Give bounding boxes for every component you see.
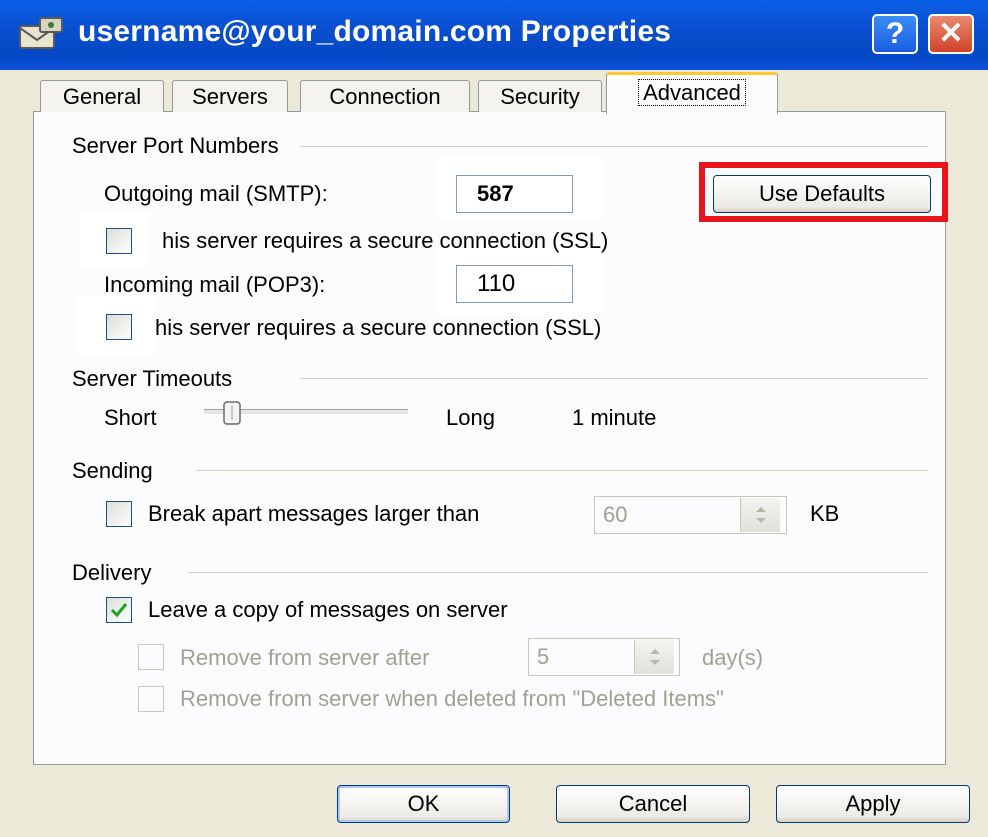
break-apart-checkbox[interactable] <box>106 501 132 527</box>
group-label-server-timeouts: Server Timeouts <box>72 366 243 392</box>
pop3-port-input[interactable]: 110 <box>456 265 573 303</box>
tab-connection[interactable]: Connection <box>300 80 470 112</box>
window-title: username@your_domain.com Properties <box>78 15 672 48</box>
break-apart-unit: KB <box>810 501 840 526</box>
smtp-ssl-label: his server requires a secure connection … <box>162 228 609 253</box>
remove-after-checkbox[interactable] <box>138 644 164 670</box>
smtp-port-input[interactable]: 587 <box>456 175 573 213</box>
leave-copy-label: Leave a copy of messages on server <box>148 597 508 622</box>
group-label-sending: Sending <box>72 458 163 484</box>
close-button[interactable]: ✕ <box>928 14 974 54</box>
leave-copy-checkbox[interactable] <box>106 597 132 623</box>
tab-advanced[interactable]: Advanced <box>606 72 778 114</box>
pop3-port-label: Incoming mail (POP3): <box>104 272 326 297</box>
tab-advanced-label: Advanced <box>638 79 746 106</box>
spinner-arrows-icon <box>650 649 660 665</box>
timeout-slider-thumb[interactable] <box>222 400 242 426</box>
timeout-value: 1 minute <box>572 405 657 430</box>
ok-button[interactable]: OK <box>337 785 510 823</box>
timeout-short-label: Short <box>104 405 157 430</box>
group-divider <box>188 572 928 573</box>
pop3-ssl-checkbox[interactable] <box>106 314 132 340</box>
break-apart-size-value: 60 <box>603 502 628 527</box>
smtp-ssl-checkbox[interactable] <box>106 228 132 254</box>
mail-account-icon <box>19 17 63 49</box>
tab-servers[interactable]: Servers <box>172 80 288 112</box>
remove-after-spinner[interactable] <box>634 640 674 674</box>
group-divider <box>300 146 928 147</box>
help-button[interactable]: ? <box>872 14 918 54</box>
group-divider <box>196 470 928 471</box>
remove-after-days-value: 5 <box>537 644 550 669</box>
cancel-button[interactable]: Cancel <box>556 785 750 823</box>
smtp-port-label: Outgoing mail (SMTP): <box>104 181 328 206</box>
tab-general[interactable]: General <box>40 80 164 112</box>
checkmark-icon <box>110 603 128 618</box>
group-divider <box>300 378 928 379</box>
break-apart-label: Break apart messages larger than <box>148 501 480 526</box>
remove-after-label: Remove from server after <box>180 645 430 670</box>
break-apart-spinner[interactable] <box>740 498 780 532</box>
apply-button[interactable]: Apply <box>776 785 970 823</box>
remove-deleted-checkbox[interactable] <box>138 686 164 712</box>
highlight-annotation <box>699 162 948 222</box>
group-label-delivery: Delivery <box>72 560 162 586</box>
remove-after-days-unit: day(s) <box>702 645 764 670</box>
spinner-arrows-icon <box>756 507 766 523</box>
pop3-ssl-label: his server requires a secure connection … <box>155 315 602 340</box>
group-label-server-ports: Server Port Numbers <box>72 133 289 159</box>
timeout-long-label: Long <box>446 405 495 430</box>
tab-security[interactable]: Security <box>478 80 602 112</box>
remove-deleted-label: Remove from server when deleted from "De… <box>180 686 724 711</box>
